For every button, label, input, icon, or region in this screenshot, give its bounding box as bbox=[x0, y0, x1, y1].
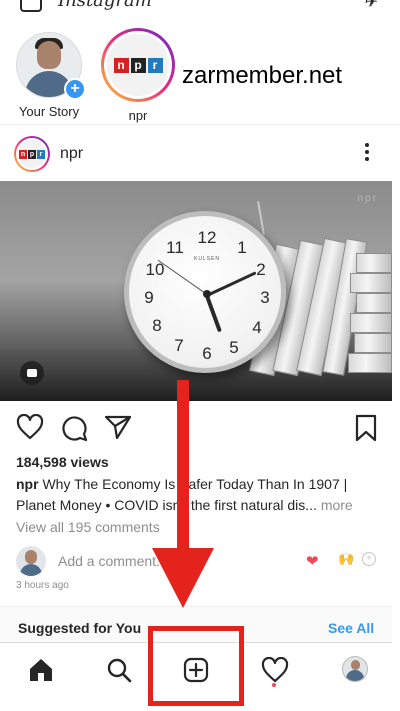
notification-dot bbox=[272, 683, 276, 687]
camera-icon[interactable] bbox=[20, 0, 42, 12]
home-icon[interactable] bbox=[28, 657, 54, 683]
send-icon[interactable] bbox=[104, 414, 132, 440]
top-header: Instagram ✈ bbox=[0, 0, 400, 14]
avatar bbox=[16, 546, 46, 576]
bookmark-icon[interactable] bbox=[354, 414, 378, 442]
clock-brand: KULSEN bbox=[193, 256, 220, 262]
post-actions bbox=[0, 410, 392, 444]
minute-hand bbox=[206, 271, 257, 297]
clap-emoji-icon[interactable]: 🙌 bbox=[338, 551, 354, 567]
second-hand bbox=[157, 259, 208, 295]
post-avatar[interactable]: n p r bbox=[14, 136, 50, 172]
annotation-arrow bbox=[177, 380, 189, 552]
book bbox=[356, 253, 392, 273]
comment-icon[interactable] bbox=[60, 414, 88, 442]
heart-emoji-icon[interactable]: ❤ bbox=[306, 552, 319, 570]
activity-heart-icon[interactable] bbox=[261, 657, 289, 683]
suggested-title: Suggested for You bbox=[18, 620, 142, 636]
add-story-plus-icon[interactable]: + bbox=[64, 78, 86, 100]
heart-icon[interactable] bbox=[16, 414, 44, 440]
wall-clock: KULSEN 12 1 2 3 4 5 6 7 8 9 10 11 bbox=[124, 211, 286, 373]
photo-watermark: npr bbox=[357, 193, 378, 204]
story-your-story[interactable]: + Your Story bbox=[4, 32, 94, 119]
caption-more-link[interactable]: more bbox=[321, 497, 353, 513]
divider bbox=[0, 124, 400, 125]
story-ring: n p r bbox=[101, 28, 175, 102]
annotation-arrow-head bbox=[152, 548, 214, 608]
book bbox=[354, 333, 392, 353]
book bbox=[356, 293, 392, 313]
story-label: npr bbox=[128, 108, 148, 123]
npr-logo: n p r bbox=[16, 138, 48, 170]
app-logo: Instagram bbox=[58, 0, 152, 11]
view-all-comments-link[interactable]: View all 195 comments bbox=[16, 519, 160, 535]
story-npr[interactable]: n p r npr bbox=[93, 28, 183, 123]
hour-hand bbox=[205, 295, 222, 333]
views-count[interactable]: 184,598 views bbox=[16, 454, 109, 470]
shopping-bag-icon[interactable] bbox=[20, 361, 44, 385]
caption-username[interactable]: npr bbox=[16, 476, 39, 492]
site-watermark: zarmember.net bbox=[182, 62, 343, 89]
story-label: Your Story bbox=[18, 104, 80, 119]
post-image[interactable]: npr KULSEN 12 1 2 3 4 5 6 7 8 9 10 11 bbox=[0, 181, 392, 401]
more-options-icon[interactable] bbox=[360, 141, 374, 165]
post-username[interactable]: npr bbox=[60, 145, 83, 163]
npr-logo: n p r bbox=[107, 34, 169, 96]
annotation-highlight-box bbox=[148, 626, 244, 706]
profile-avatar[interactable] bbox=[342, 656, 368, 682]
see-all-link[interactable]: See All bbox=[328, 620, 374, 636]
post-timestamp: 3 hours ago bbox=[16, 580, 69, 591]
add-reaction-icon[interactable]: + bbox=[362, 552, 376, 566]
book bbox=[350, 273, 392, 293]
direct-message-icon[interactable]: ✈ bbox=[365, 0, 378, 12]
book bbox=[350, 313, 392, 333]
book bbox=[348, 353, 392, 373]
search-icon[interactable] bbox=[106, 657, 132, 683]
post-caption: npr Why The Economy Is Safer Today Than … bbox=[16, 474, 386, 516]
